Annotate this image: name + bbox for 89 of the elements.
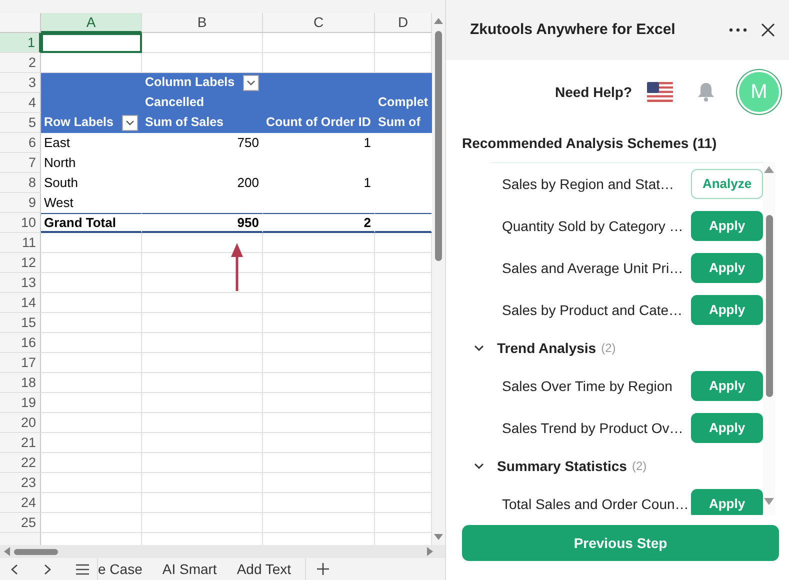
row-header[interactable]: 8 — [0, 173, 41, 193]
row-header[interactable]: 2 — [0, 53, 41, 73]
row-header[interactable]: 10 — [0, 213, 41, 233]
row-header[interactable]: 1 — [0, 33, 41, 53]
scroll-up-icon[interactable] — [764, 166, 774, 173]
scroll-thumb[interactable] — [766, 215, 773, 397]
table-cell[interactable]: Column Labels — [145, 73, 235, 92]
table-cell[interactable]: East — [41, 133, 142, 153]
row-header[interactable]: 4 — [0, 93, 41, 113]
table-cell[interactable]: West — [41, 193, 142, 213]
table-cell[interactable]: 2 — [263, 213, 375, 233]
row-header[interactable]: 18 — [0, 373, 41, 393]
row-header[interactable]: 3 — [0, 73, 41, 93]
scroll-up-icon[interactable] — [434, 18, 443, 24]
table-cell[interactable]: 750 — [142, 133, 263, 153]
help-link[interactable]: Need Help? — [554, 82, 632, 102]
row-header[interactable]: 19 — [0, 393, 41, 413]
table-cell[interactable]: South — [41, 173, 142, 193]
row-header[interactable]: 24 — [0, 493, 41, 513]
scheme-name: Sales Over Time by Region — [502, 376, 672, 396]
more-options-icon[interactable] — [729, 28, 747, 32]
panel-scrollbar[interactable] — [763, 162, 775, 515]
row-header[interactable]: 13 — [0, 273, 41, 293]
sheet-tab[interactable]: e Case — [88, 558, 152, 580]
table-cell[interactable]: North — [41, 153, 142, 173]
next-sheet-icon[interactable] — [44, 564, 51, 574]
group-count: (2) — [601, 340, 616, 357]
row-header[interactable]: 23 — [0, 473, 41, 493]
scheme-name: Sales Trend by Product Ov… — [502, 418, 684, 438]
group-count: (2) — [632, 458, 647, 475]
table-cell[interactable]: 950 — [142, 213, 263, 233]
row-header[interactable]: 9 — [0, 193, 41, 213]
add-sheet-icon[interactable] — [317, 563, 330, 575]
scroll-thumb[interactable] — [14, 548, 58, 554]
filter-dropdown[interactable] — [122, 114, 138, 130]
filter-dropdown[interactable] — [243, 74, 259, 90]
table-cell[interactable]: 200 — [142, 173, 263, 193]
table-cell[interactable]: Complet — [375, 93, 432, 113]
row-header[interactable]: 17 — [0, 353, 41, 373]
group-title[interactable]: Trend Analysis — [497, 338, 596, 358]
flag-icon[interactable] — [647, 82, 673, 102]
scroll-thumb[interactable] — [435, 31, 442, 261]
scroll-down-icon[interactable] — [764, 498, 774, 505]
close-icon[interactable] — [761, 23, 775, 37]
select-all-corner[interactable] — [0, 13, 41, 33]
table-cell[interactable]: Row Labels — [44, 113, 114, 132]
sheet-tab[interactable]: AI Smart — [152, 558, 227, 580]
chevron-icon[interactable] — [474, 344, 484, 352]
annotation-arrow — [230, 243, 244, 291]
scheme-name: Quantity Sold by Category … — [502, 216, 684, 236]
scheme-name: Sales and Average Unit Pri… — [502, 258, 684, 278]
column-header[interactable]: D — [375, 13, 432, 33]
bell-icon[interactable] — [697, 82, 715, 102]
row-header[interactable]: 15 — [0, 313, 41, 333]
scheme-name: Total Sales and Order Coun… — [502, 494, 689, 514]
table-cell[interactable]: Sum of Sales — [142, 113, 263, 133]
row-header[interactable]: 6 — [0, 133, 41, 153]
column-header[interactable]: C — [263, 13, 375, 33]
table-cell[interactable]: Sum of — [375, 113, 432, 133]
scheme-name: Sales by Product and Cate… — [502, 300, 683, 320]
row-header[interactable]: 14 — [0, 293, 41, 313]
panel-title: Zkutools Anywhere for Excel — [470, 20, 676, 40]
row-header[interactable]: 12 — [0, 253, 41, 273]
scroll-down-icon[interactable] — [434, 534, 443, 540]
chevron-icon[interactable] — [474, 462, 484, 470]
row-header[interactable]: 25 — [0, 513, 41, 533]
scroll-left-icon[interactable] — [4, 547, 10, 556]
column-header[interactable]: B — [142, 13, 263, 33]
row-header[interactable]: 11 — [0, 233, 41, 253]
table-cell[interactable]: 1 — [263, 173, 375, 193]
row-header[interactable]: 22 — [0, 453, 41, 473]
menu-icon[interactable] — [76, 564, 89, 574]
row-header[interactable]: 5 — [0, 113, 41, 133]
scheme-name: Sales by Region and Stat… — [502, 174, 674, 194]
group-title[interactable]: Summary Statistics — [497, 456, 627, 476]
column-header[interactable]: A — [41, 13, 142, 33]
row-header[interactable]: 21 — [0, 433, 41, 453]
table-cell[interactable]: Cancelled — [142, 93, 263, 113]
table-cell[interactable]: Count of Order ID — [263, 113, 375, 133]
row-header[interactable]: 16 — [0, 333, 41, 353]
table-cell[interactable]: Grand Total — [41, 213, 142, 233]
section-title: Recommended Analysis Schemes (11) — [461, 134, 718, 153]
horizontal-scrollbar[interactable] — [0, 545, 445, 558]
scroll-right-icon[interactable] — [427, 547, 433, 556]
row-header[interactable]: 7 — [0, 153, 41, 173]
row-header[interactable]: 20 — [0, 413, 41, 433]
previous-sheet-icon[interactable] — [11, 564, 18, 574]
table-cell[interactable]: 1 — [263, 133, 375, 153]
sheet-tab[interactable]: Add Text — [226, 558, 302, 580]
